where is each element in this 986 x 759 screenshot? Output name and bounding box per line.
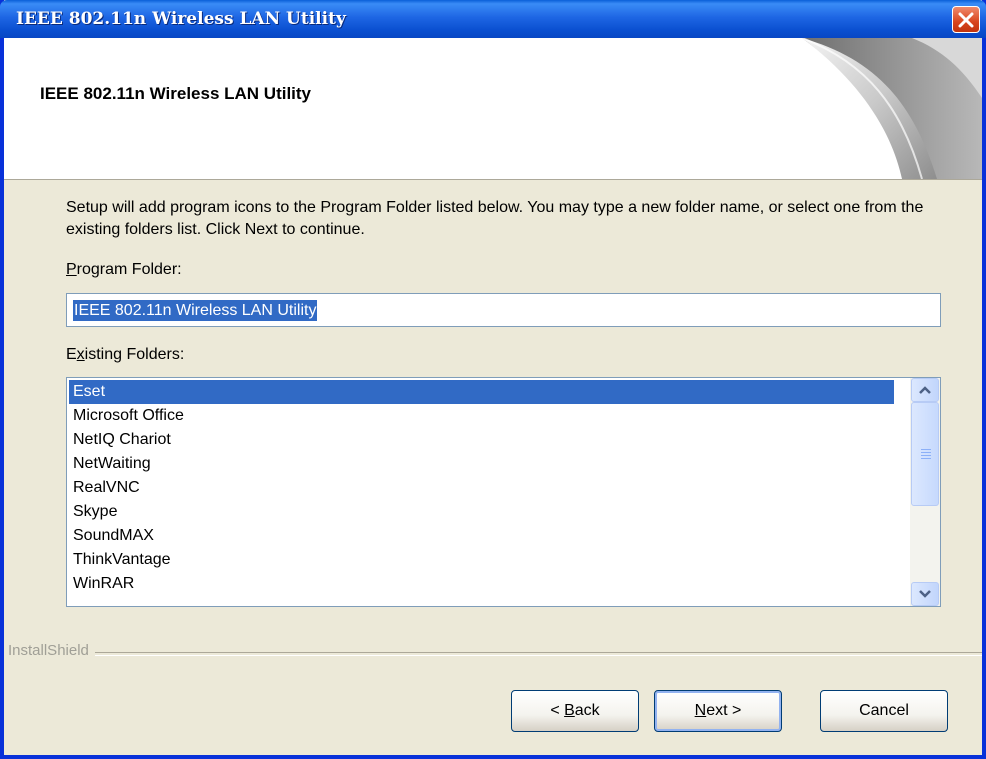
list-item[interactable]: SoundMAX <box>69 524 894 548</box>
existing-folders-list[interactable]: Eset Microsoft Office NetIQ Chariot NetW… <box>66 377 941 607</box>
cancel-button[interactable]: Cancel <box>820 690 948 732</box>
scroll-thumb[interactable] <box>911 402 939 506</box>
list-item[interactable]: NetIQ Chariot <box>69 428 894 452</box>
header-title: IEEE 802.11n Wireless LAN Utility <box>40 84 312 103</box>
scroll-down-button[interactable] <box>911 582 939 606</box>
header-banner: IEEE 802.11n Wireless LAN Utility <box>4 38 982 180</box>
page-curl-graphic <box>801 38 982 179</box>
program-folder-input[interactable]: IEEE 802.11n Wireless LAN Utility <box>66 293 941 327</box>
list-item[interactable]: NetWaiting <box>69 452 894 476</box>
list-item[interactable]: WinRAR <box>69 572 894 596</box>
window-title: IEEE 802.11n Wireless LAN Utility <box>16 9 346 29</box>
list-scrollbar[interactable] <box>910 378 940 606</box>
installshield-divider <box>12 652 982 656</box>
list-item[interactable]: ThinkVantage <box>69 548 894 572</box>
installshield-brand: InstallShield <box>8 642 95 659</box>
back-button[interactable]: < Back <box>511 690 639 732</box>
existing-folders-label: Existing Folders: <box>66 346 185 363</box>
installer-window: IEEE 802.11n Wireless LAN Utility IEEE 8… <box>0 0 986 759</box>
close-icon <box>958 12 974 28</box>
instructions-text: Setup will add program icons to the Prog… <box>66 199 924 238</box>
list-item[interactable]: Microsoft Office <box>69 404 894 428</box>
dialog-body: Setup will add program icons to the Prog… <box>4 180 982 755</box>
list-item[interactable]: Eset <box>69 380 894 404</box>
program-folder-label: Program Folder: <box>66 261 182 278</box>
scroll-up-button[interactable] <box>911 378 939 402</box>
list-item[interactable]: RealVNC <box>69 476 894 500</box>
chevron-down-icon <box>919 590 931 598</box>
title-bar[interactable]: IEEE 802.11n Wireless LAN Utility <box>0 0 986 38</box>
list-item[interactable]: Skype <box>69 500 894 524</box>
chevron-up-icon <box>919 386 931 394</box>
program-folder-value: IEEE 802.11n Wireless LAN Utility <box>73 300 318 321</box>
close-button[interactable] <box>952 6 980 33</box>
next-button[interactable]: Next > <box>654 690 782 732</box>
